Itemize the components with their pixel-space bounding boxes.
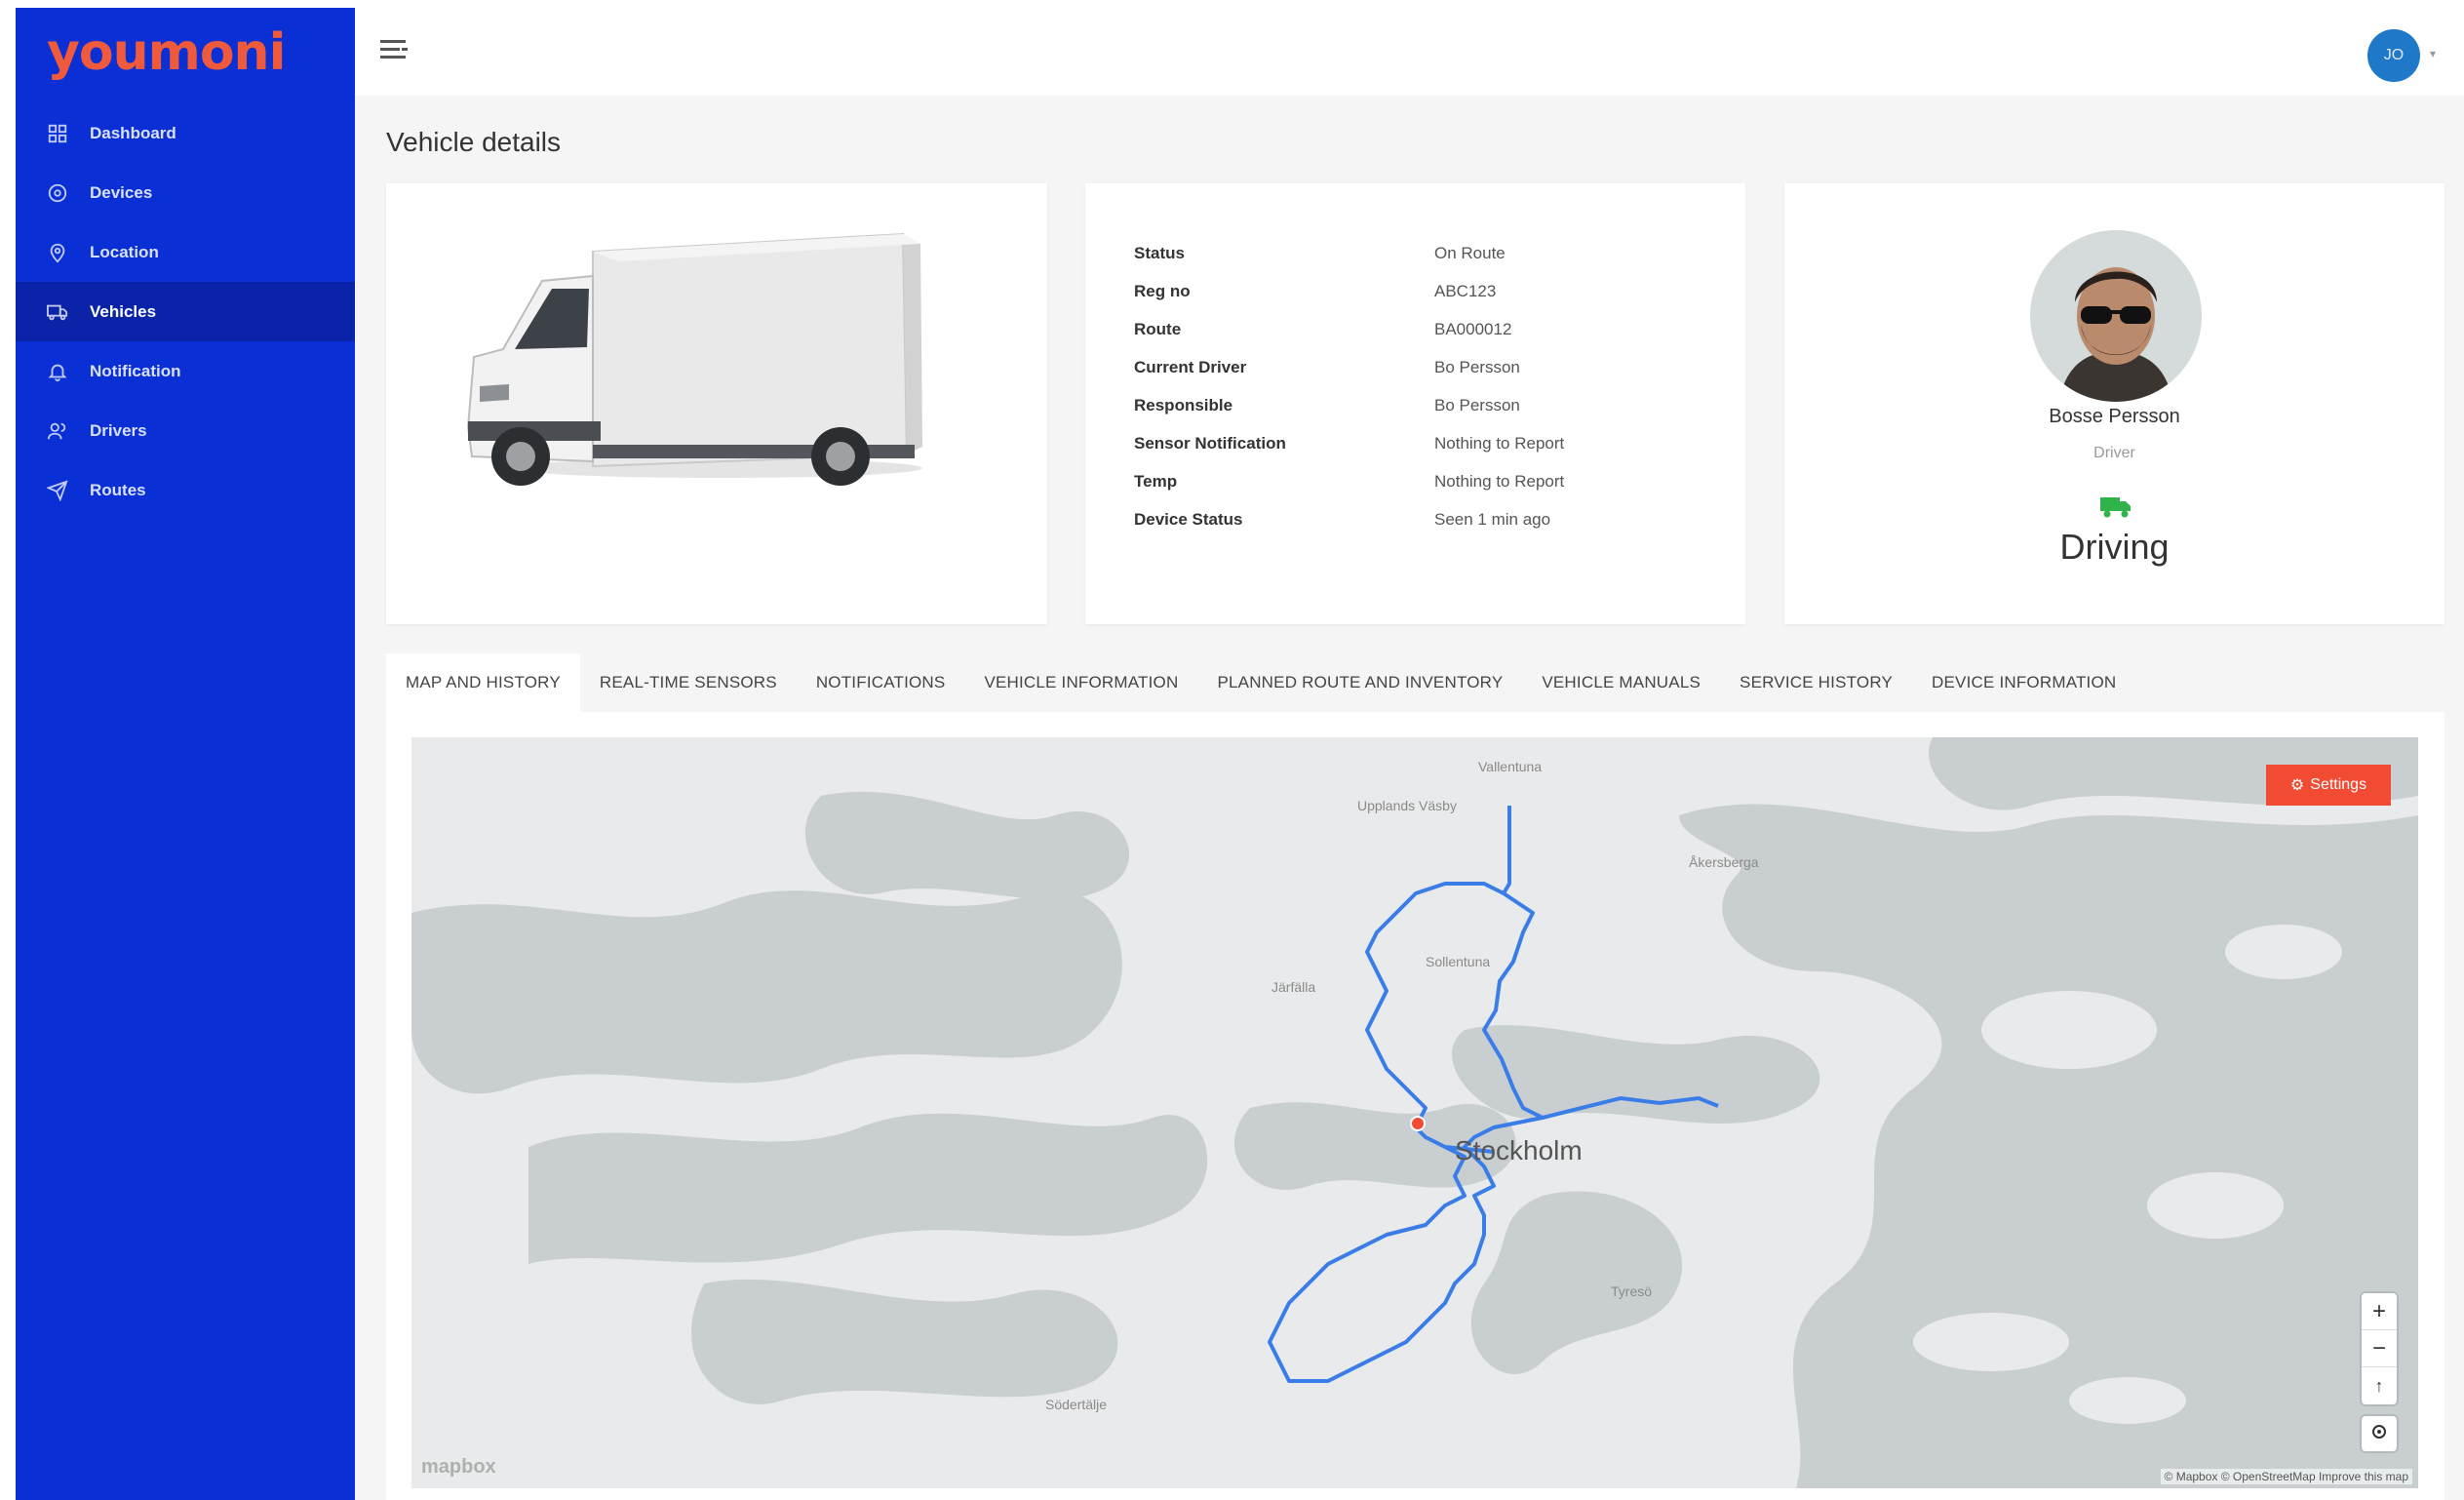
map-water (411, 737, 2418, 1488)
detail-value: ABC123 (1434, 281, 1497, 300)
map-settings-button[interactable]: ⚙ Settings (2266, 765, 2391, 806)
map-city-label: Stockholm (1455, 1135, 1583, 1165)
page-title: Vehicle details (386, 127, 562, 157)
driver-name: Bosse Persson (2049, 406, 2180, 427)
settings-label: Settings (2310, 776, 2367, 793)
map-place-label: Vallentuna (1478, 759, 1543, 774)
sidebar-item-label: Notification (90, 361, 181, 380)
details-list: Status On Route Reg no ABC123 Route BA00001… (1134, 234, 1719, 538)
map-place-label: Upplands Väsby (1357, 798, 1457, 813)
map-place-label: Tyresö (1611, 1283, 1653, 1299)
vehicle-details-card: Status On Route Reg no ABC123 Route BA00001… (1085, 183, 1745, 624)
menu-toggle-icon[interactable] (380, 37, 413, 66)
driver-role: Driver (2093, 445, 2135, 461)
detail-value: On Route (1434, 243, 1506, 262)
geolocate-button[interactable] (2362, 1416, 2397, 1451)
sidebar-item-dashboard[interactable]: Dashboard (16, 103, 355, 163)
map-canvas[interactable]: Stockholm Vallentuna Upplands Väsby Åker… (411, 737, 2418, 1488)
driver-status: Driving (2059, 527, 2170, 567)
detail-value: Nothing to Report (1434, 433, 1565, 453)
sidebar-item-label: Location (90, 242, 159, 261)
sidebar-item-label: Drivers (90, 420, 147, 440)
brand-logo[interactable]: youmoni (47, 23, 286, 82)
tab-map-and-history[interactable]: MAP AND HISTORY (386, 653, 580, 712)
detail-label: Device Status (1134, 509, 1243, 529)
map-attribution[interactable]: © Mapbox © OpenStreetMap Improve this ma… (2160, 1469, 2412, 1484)
detail-label: Sensor Notification (1134, 433, 1286, 453)
map-place-label: Åkersberga (1689, 854, 1759, 870)
truck-icon (45, 299, 70, 325)
map-place-label: Södertälje (1045, 1397, 1108, 1412)
detail-row: Sensor Notification Nothing to Report (1134, 424, 1719, 462)
bell-icon (45, 359, 70, 384)
sidebar-item-label: Devices (90, 182, 153, 202)
detail-row: Route BA000012 (1134, 310, 1719, 348)
detail-value: BA000012 (1434, 319, 1512, 338)
tab-real-time-sensors[interactable]: REAL-TIME SENSORS (580, 653, 797, 712)
detail-value: Bo Persson (1434, 357, 1520, 376)
tab-bar: MAP AND HISTORY REAL-TIME SENSORS NOTIFI… (386, 653, 2135, 712)
truck-icon (2100, 495, 2132, 519)
sidebar-item-drivers[interactable]: Drivers (16, 401, 355, 460)
detail-row: Device Status Seen 1 min ago (1134, 500, 1719, 538)
map-place-label: Sollentuna (1426, 954, 1491, 969)
map-zoom-control: + − ↑ (2362, 1293, 2397, 1404)
sidebar-item-vehicles[interactable]: Vehicles (16, 282, 355, 341)
tab-device-information[interactable]: DEVICE INFORMATION (1912, 653, 2135, 712)
tab-service-history[interactable]: SERVICE HISTORY (1720, 653, 1912, 712)
user-avatar-button[interactable]: JO (2367, 29, 2420, 82)
map-panel: Stockholm Vallentuna Upplands Väsby Åker… (386, 712, 2444, 1500)
detail-row: Status On Route (1134, 234, 1719, 272)
devices-icon (45, 180, 70, 206)
driver-avatar (2030, 230, 2202, 402)
vehicle-image-card (386, 183, 1047, 624)
location-pin-icon (45, 240, 70, 265)
detail-value: Bo Persson (1434, 395, 1520, 414)
sidebar-item-label: Vehicles (90, 301, 157, 321)
sidebar-item-location[interactable]: Location (16, 222, 355, 282)
tab-vehicle-manuals[interactable]: VEHICLE MANUALS (1522, 653, 1720, 712)
compass-button[interactable]: ↑ (2362, 1367, 2397, 1404)
detail-label: Responsible (1134, 395, 1233, 414)
sidebar-item-routes[interactable]: Routes (16, 460, 355, 520)
users-icon (45, 418, 70, 444)
vehicle-image (466, 232, 922, 486)
top-bar (355, 0, 2464, 96)
map-place-label: Järfälla (1271, 979, 1316, 995)
sidebar-item-label: Routes (90, 480, 146, 499)
sidebar: youmoni Dashboard Devices Location Vehic… (16, 8, 355, 1500)
map-provider-logo: mapbox (421, 1456, 496, 1478)
sidebar-item-label: Dashboard (90, 123, 176, 142)
detail-label: Status (1134, 243, 1185, 262)
sidebar-nav: Dashboard Devices Location Vehicles Noti… (16, 103, 355, 520)
driver-card: Bosse Persson Driver Driving (1784, 183, 2444, 624)
crosshair-icon (2369, 1422, 2389, 1446)
detail-row: Reg no ABC123 (1134, 272, 1719, 310)
detail-label: Temp (1134, 471, 1178, 491)
gear-icon: ⚙ (2289, 777, 2305, 794)
chevron-down-icon[interactable]: ▾ (2430, 47, 2436, 60)
detail-label: Route (1134, 319, 1182, 338)
send-icon (45, 478, 70, 503)
detail-label: Reg no (1134, 281, 1191, 300)
tab-vehicle-information[interactable]: VEHICLE INFORMATION (964, 653, 1197, 712)
avatar-initials: JO (2383, 47, 2405, 63)
zoom-out-button[interactable]: − (2362, 1330, 2397, 1367)
detail-row: Responsible Bo Persson (1134, 386, 1719, 424)
zoom-in-button[interactable]: + (2362, 1293, 2397, 1330)
tab-planned-route-and-inventory[interactable]: PLANNED ROUTE AND INVENTORY (1197, 653, 1522, 712)
tab-notifications[interactable]: NOTIFICATIONS (797, 653, 965, 712)
dashboard-icon (45, 121, 70, 146)
sidebar-item-notification[interactable]: Notification (16, 341, 355, 401)
detail-row: Temp Nothing to Report (1134, 462, 1719, 500)
sidebar-item-devices[interactable]: Devices (16, 163, 355, 222)
detail-label: Current Driver (1134, 357, 1247, 376)
detail-value: Nothing to Report (1434, 471, 1565, 491)
detail-row: Current Driver Bo Persson (1134, 348, 1719, 386)
detail-value: Seen 1 min ago (1434, 509, 1551, 529)
